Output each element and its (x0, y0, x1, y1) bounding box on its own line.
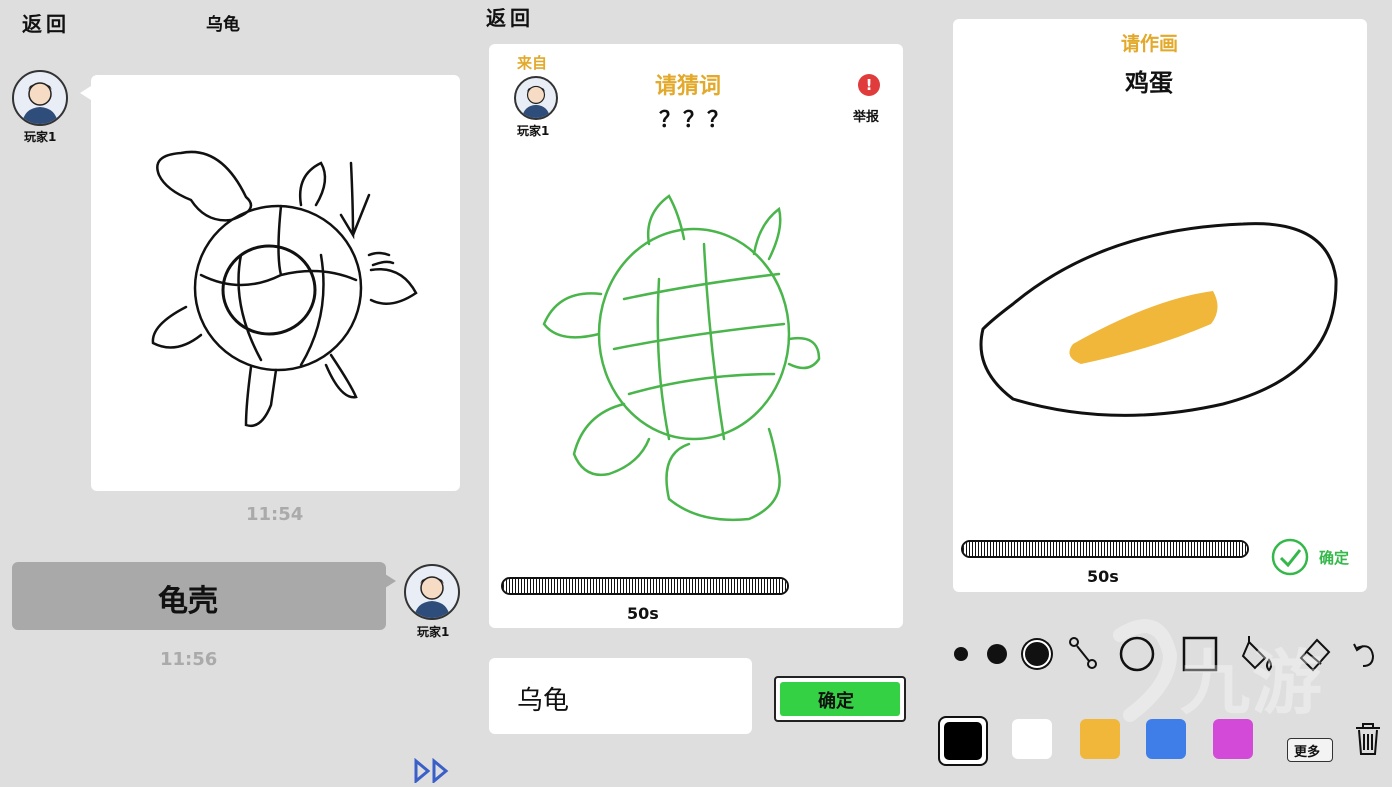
draw-card: 请作画 鸡蛋 50s 确定 (953, 19, 1367, 592)
avatar[interactable] (404, 564, 460, 620)
back-button[interactable]: 返回 (486, 2, 534, 31)
guess-input-value: 乌龟 (517, 686, 570, 716)
timer-progress-bar (501, 577, 789, 595)
check-circle-icon (1271, 538, 1309, 576)
turtle-drawing (542, 194, 821, 522)
line-tool-icon[interactable] (1067, 634, 1099, 674)
player-avatar-icon (414, 576, 450, 618)
confirm-button[interactable]: 确定 (774, 676, 906, 722)
timer-label: 50s (1087, 567, 1119, 586)
trash-icon[interactable] (1353, 722, 1383, 756)
rectangle-tool-icon[interactable] (1181, 634, 1221, 674)
more-colors-button[interactable]: 更多 (1287, 738, 1333, 762)
answer-text: 龟壳 (158, 584, 218, 619)
message-timestamp: 11:56 (160, 649, 218, 670)
bubble-tail (385, 574, 396, 588)
eraser-icon[interactable] (1295, 634, 1335, 674)
avatar[interactable] (12, 70, 68, 126)
player-avatar-icon (22, 82, 58, 124)
guess-input[interactable]: 乌龟 (489, 658, 752, 734)
color-swatch-yellow[interactable] (1080, 719, 1120, 759)
color-swatch-purple[interactable] (1213, 719, 1253, 759)
timer-progress-fill (963, 542, 1247, 556)
message-timestamp: 11:54 (246, 504, 304, 525)
timer-progress-bar (961, 540, 1249, 558)
confirm-drawing-button[interactable]: 确定 (1271, 538, 1361, 576)
small-brush-icon[interactable] (954, 647, 968, 661)
color-swatch-blue[interactable] (1146, 719, 1186, 759)
medium-brush-icon[interactable] (987, 644, 1007, 664)
answer-bubble[interactable]: 龟壳 (12, 562, 386, 630)
fast-forward-icon[interactable] (412, 757, 452, 785)
color-swatch-white[interactable] (1012, 719, 1052, 759)
guess-card: 来自 玩家1 请猜词 ？？？ ! 举报 50s (489, 44, 903, 628)
selected-color-swatch[interactable] (938, 716, 988, 766)
timer-label: 50s (627, 604, 659, 623)
confirm-label: 确定 (818, 691, 854, 712)
circle-tool-icon[interactable] (1117, 634, 1157, 674)
drawing-tools (945, 632, 1385, 676)
timer-progress-fill (503, 579, 787, 593)
color-swatch-inner (944, 722, 982, 760)
undo-icon[interactable] (1351, 636, 1381, 672)
chat-title: 乌龟 (206, 15, 240, 35)
fill-bucket-icon[interactable] (1239, 634, 1279, 674)
bubble-tail (80, 86, 91, 100)
player-name-label: 玩家1 (417, 625, 450, 639)
confirm-label: 确定 (1319, 549, 1350, 567)
large-brush-icon[interactable] (1023, 640, 1051, 668)
drawing-canvas[interactable] (953, 19, 1367, 439)
back-button[interactable]: 返回 (22, 8, 70, 37)
player-name-label: 玩家1 (24, 130, 57, 144)
more-label: 更多 (1294, 745, 1321, 760)
drawing-message[interactable] (91, 75, 460, 491)
turtle-drawing (151, 150, 418, 428)
